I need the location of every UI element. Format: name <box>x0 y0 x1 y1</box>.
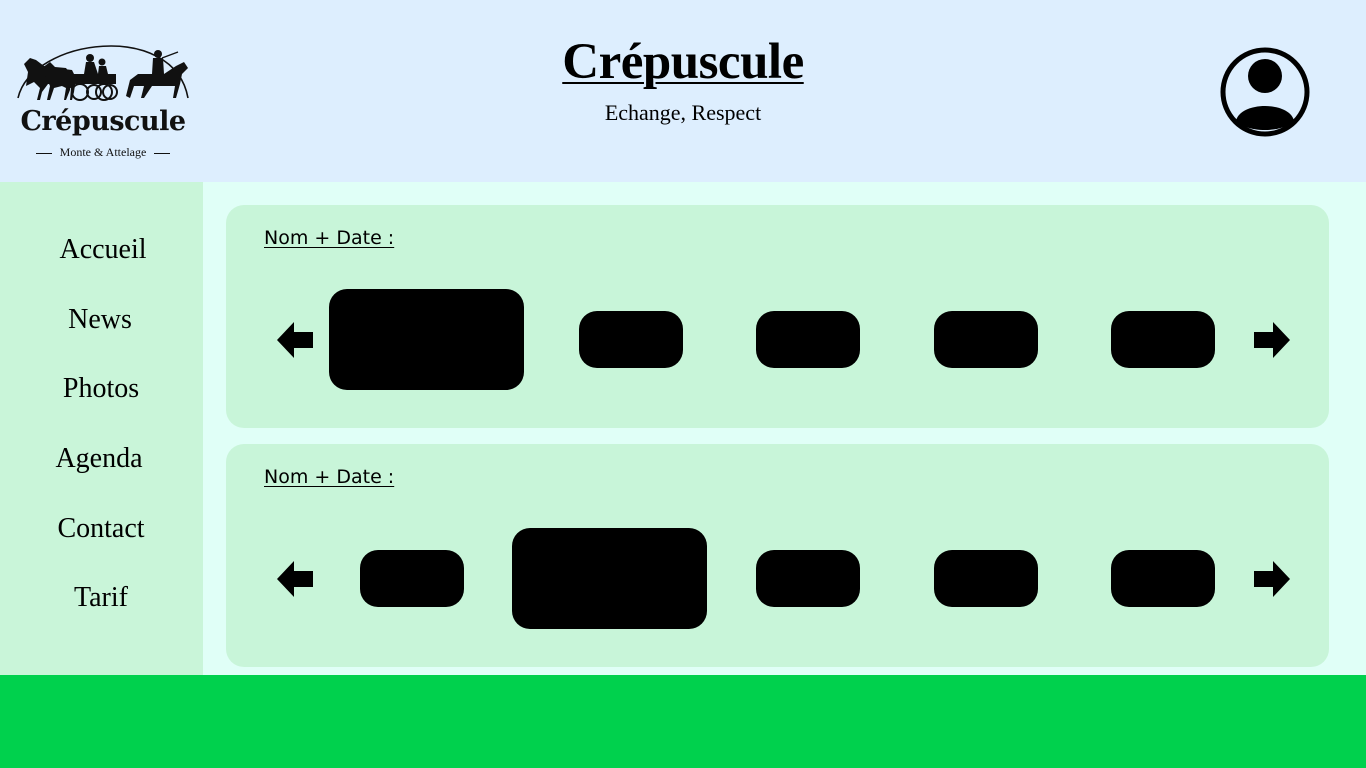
sidebar-nav: Accueil News Photos Agenda Contact Tarif <box>0 182 203 675</box>
gallery-photo-thumbnail[interactable] <box>934 311 1038 368</box>
site-logo[interactable]: Crépuscule Monte & Attelage <box>14 28 192 164</box>
site-footer <box>0 675 1366 768</box>
gallery-photo-thumbnail[interactable] <box>579 311 683 368</box>
gallery-label: Nom + Date : <box>264 466 395 488</box>
nav-item-tarif[interactable]: Tarif <box>0 580 204 616</box>
nav-item-accueil[interactable]: Accueil <box>0 232 206 268</box>
gallery-photo-selected[interactable] <box>512 528 707 629</box>
logo-tagline: Monte & Attelage <box>14 145 192 160</box>
nav-item-photos[interactable]: Photos <box>0 371 204 407</box>
gallery-next-button[interactable] <box>1254 321 1290 359</box>
gallery-prev-button[interactable] <box>277 321 313 359</box>
gallery-card: Nom + Date : <box>226 205 1329 428</box>
arrow-left-icon <box>277 561 313 597</box>
site-title: Crépuscule <box>562 34 804 90</box>
gallery-photo-thumbnail[interactable] <box>360 550 464 607</box>
gallery-photo-thumbnail[interactable] <box>1111 311 1215 368</box>
gallery-photo-thumbnail[interactable] <box>1111 550 1215 607</box>
nav-item-agenda[interactable]: Agenda <box>0 441 202 477</box>
nav-item-news[interactable]: News <box>0 302 203 338</box>
gallery-photo-thumbnail[interactable] <box>756 550 860 607</box>
nav-item-contact[interactable]: Contact <box>0 511 204 547</box>
arrow-right-icon <box>1254 561 1290 597</box>
gallery-prev-button[interactable] <box>277 560 313 598</box>
logo-tagline-text: Monte & Attelage <box>59 145 147 159</box>
arrow-left-icon <box>277 322 313 358</box>
gallery-photo-thumbnail[interactable] <box>934 550 1038 607</box>
horse-carriage-icon <box>17 45 189 101</box>
user-avatar-button[interactable] <box>1220 47 1310 137</box>
gallery-photo-thumbnail[interactable] <box>756 311 860 368</box>
gallery-label: Nom + Date : <box>264 227 395 249</box>
site-header: Crépuscule Monte & Attelage Crépuscule E… <box>0 0 1366 182</box>
gallery-photo-selected[interactable] <box>329 289 524 390</box>
user-avatar-icon <box>1220 47 1310 137</box>
gallery-next-button[interactable] <box>1254 560 1290 598</box>
arrow-right-icon <box>1254 322 1290 358</box>
gallery-card: Nom + Date : <box>226 444 1329 667</box>
site-subtitle: Echange, Respect <box>604 100 762 125</box>
logo-name: Crépuscule <box>20 106 186 137</box>
title-block: Crépuscule Echange, Respect <box>483 28 883 128</box>
